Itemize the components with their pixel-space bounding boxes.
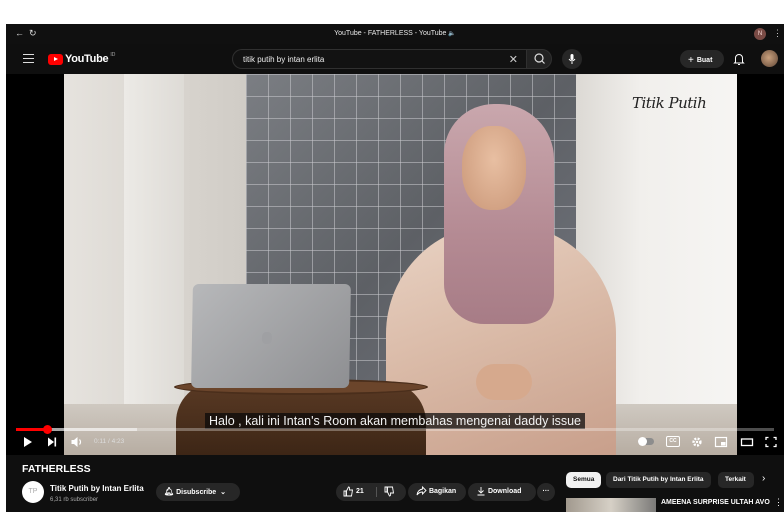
next-icon	[48, 437, 57, 447]
menu-icon[interactable]	[23, 54, 34, 63]
youtube-logo[interactable]: YouTube ID	[48, 52, 115, 66]
settings-button[interactable]	[690, 434, 704, 450]
channel-watermark: Titik Putih	[632, 94, 707, 112]
notifications-button[interactable]	[732, 51, 746, 67]
youtube-wordmark: YouTube	[65, 53, 109, 65]
recommendation-more-icon[interactable]: ⋮	[774, 497, 783, 508]
progress-bar[interactable]	[16, 425, 774, 434]
browser-menu-icon[interactable]: ⋮	[773, 28, 782, 39]
voice-search-button[interactable]	[562, 49, 582, 69]
search-query: titik putih by intan erlita	[243, 55, 325, 64]
clear-icon[interactable]: ✕	[509, 53, 518, 66]
video-title: FATHERLESS	[22, 463, 91, 475]
more-actions-button[interactable]: ···	[537, 483, 555, 501]
progress-scrubber[interactable]	[43, 425, 53, 434]
autoplay-toggle[interactable]	[638, 437, 654, 446]
browser-window: ← ↻ YouTube - FATHERLESS - YouTube 🔈 N ⋮…	[6, 24, 784, 512]
download-icon	[477, 487, 485, 496]
speaker-hands	[476, 364, 532, 400]
play-icon	[24, 437, 32, 447]
miniplayer-button[interactable]	[714, 434, 728, 450]
chip-related[interactable]: Terkait	[718, 472, 754, 488]
chip-all[interactable]: Semua	[566, 472, 602, 488]
more-icon: ···	[542, 488, 550, 495]
bell-small-icon: 🔔︎	[164, 487, 175, 496]
theater-icon	[740, 438, 754, 447]
chevron-down-icon: ⌄	[220, 489, 227, 496]
like-button[interactable]: 21	[343, 483, 364, 501]
like-icon	[343, 486, 354, 497]
like-count: 21	[355, 488, 364, 495]
country-code: ID	[110, 52, 116, 58]
settings-icon	[692, 437, 702, 447]
speaker-face	[462, 126, 526, 210]
subscribe-button[interactable]: 🔔︎ Disubscribe ⌄	[156, 483, 240, 501]
youtube-header: YouTube ID titik putih by intan erlita ✕…	[6, 44, 784, 74]
profile-avatar[interactable]: N	[754, 28, 766, 40]
volume-icon	[71, 437, 82, 447]
chip-from-channel[interactable]: Dari Titik Putih by Intan Erlita	[606, 472, 711, 488]
youtube-logo-icon	[48, 53, 63, 65]
channel-name[interactable]: Titik Putih by Intan Erlita	[50, 484, 144, 493]
fullscreen-button[interactable]	[764, 434, 778, 450]
subscribe-label: Disubscribe	[176, 489, 217, 496]
fullscreen-icon	[765, 436, 777, 448]
channel-avatar[interactable]: TP	[22, 481, 44, 503]
dislike-button[interactable]	[384, 483, 395, 501]
video-player[interactable]: Titik Putih Halo , kali ini Intan's Room…	[6, 74, 784, 455]
bell-icon	[733, 54, 745, 65]
share-icon	[416, 486, 427, 496]
search-button[interactable]	[526, 49, 552, 69]
window-title: YouTube - FATHERLESS - YouTube 🔈	[334, 30, 456, 37]
next-button[interactable]	[46, 434, 58, 450]
subtitles-button[interactable]: CC	[666, 436, 680, 447]
theater-button[interactable]	[740, 434, 754, 450]
video-frame: Titik Putih	[64, 74, 737, 455]
share-button[interactable]: Bagikan	[408, 483, 466, 501]
watch-metadata: FATHERLESS TP Titik Putih by Intan Erlit…	[6, 455, 784, 512]
plus-icon: +	[688, 55, 694, 66]
search-icon	[534, 53, 545, 64]
like-dislike-group: 21	[336, 483, 406, 501]
mic-icon	[568, 54, 576, 64]
account-avatar[interactable]	[761, 50, 778, 67]
download-label: Download	[487, 488, 522, 495]
miniplayer-icon	[714, 436, 728, 448]
caption-line: Halo , kali ini Intan's Room akan membah…	[204, 413, 586, 429]
recommendation-thumbnail[interactable]	[566, 498, 656, 512]
chevron-right-icon[interactable]: ›	[762, 473, 765, 484]
play-button[interactable]	[22, 434, 34, 450]
create-button[interactable]: + Buat	[680, 50, 724, 68]
time-display: 0:11 / 4:23	[94, 438, 125, 445]
volume-button[interactable]	[70, 434, 84, 450]
search-input[interactable]: titik putih by intan erlita ✕	[232, 49, 526, 69]
dislike-icon	[384, 486, 395, 497]
screen: ← ↻ YouTube - FATHERLESS - YouTube 🔈 N ⋮…	[0, 0, 784, 512]
create-label: Buat	[696, 57, 713, 64]
scene-pillar	[124, 74, 184, 455]
subscriber-count: 6,31 rb subscriber	[50, 497, 99, 503]
divider	[376, 487, 377, 497]
download-button[interactable]: Download	[468, 483, 536, 501]
recommendation-title[interactable]: AMEENA SURPRISE ULTAH AVO	[661, 499, 770, 506]
browser-title-bar: ← ↻ YouTube - FATHERLESS - YouTube 🔈 N ⋮	[6, 24, 784, 44]
scene-laptop	[191, 284, 351, 388]
share-label: Bagikan	[428, 488, 457, 495]
